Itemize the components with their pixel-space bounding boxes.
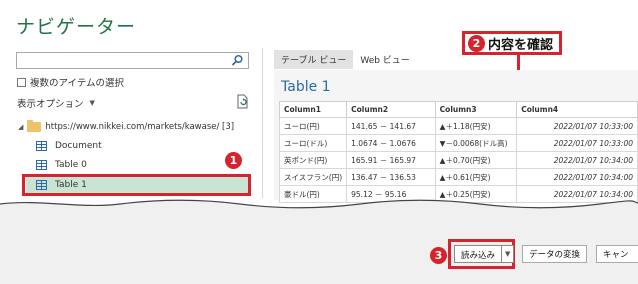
table-row: 英ポンド(円) 165.91 － 165.97 ▲＋0.70(円安) 2022/…: [278, 151, 638, 169]
column-header: Column1: [278, 101, 348, 118]
tree-root-url[interactable]: ◢ https://www.nikkei.com/markets/kawase/…: [18, 120, 235, 132]
table-cell: ▲＋1.18(円安): [434, 117, 518, 135]
chevron-down-icon[interactable]: ▼: [501, 246, 513, 262]
load-button-label[interactable]: 読み込み: [455, 246, 501, 262]
table-cell: ユーロ(ドル): [278, 134, 348, 152]
callout-text: 内容を確認: [488, 37, 554, 53]
tree-item-table-0[interactable]: Table 0: [36, 157, 87, 173]
table-cell: 英ポンド(円): [278, 151, 348, 169]
multi-select-checkbox[interactable]: [17, 77, 26, 87]
highlight-box-table-1: [22, 174, 251, 196]
tree-root-label: https://www.nikkei.com/markets/kawase/ […: [45, 122, 235, 132]
display-options-label: 表示オプション: [17, 99, 84, 110]
collapse-triangle-icon[interactable]: ◢: [18, 123, 23, 131]
table-cell: 141.65 － 141.67: [346, 117, 436, 135]
table-cell: スイスフラン(円): [278, 168, 348, 186]
tab-table-view[interactable]: テーブル ビュー: [274, 50, 354, 69]
display-options-dropdown[interactable]: 表示オプション ▼: [17, 96, 95, 110]
step-badge-1: 1: [225, 152, 242, 169]
search-input[interactable]: [17, 58, 227, 74]
folder-icon: [27, 120, 42, 132]
table-cell: 2022/01/07 10:33:00: [516, 134, 638, 152]
view-tabs: テーブル ビュー Web ビュー: [274, 50, 417, 69]
multi-select-option[interactable]: 複数のアイテムの選択: [17, 75, 124, 89]
load-button[interactable]: 読み込み ▼: [454, 245, 515, 263]
multi-select-label: 複数のアイテムの選択: [30, 78, 125, 89]
table-icon: [36, 141, 47, 151]
search-icon[interactable]: [231, 54, 244, 67]
table-cell: ▲＋0.61(円安): [434, 168, 518, 186]
tree-item-document[interactable]: Document: [36, 138, 102, 154]
step-badge-2: 2: [468, 34, 485, 52]
table-cell: 165.91 － 165.97: [346, 151, 436, 169]
table-row: ユーロ(ドル) 1.0674 － 1.0676 ▼－0.0068(ドル高) 20…: [278, 134, 638, 152]
preview-title: Table 1: [281, 79, 331, 95]
table-cell: 2022/01/07 10:34:00: [516, 168, 638, 186]
table-cell: ▼－0.0068(ドル高): [434, 134, 518, 152]
table-cell: 136.47 － 136.53: [346, 168, 436, 186]
torn-edge-divider: [0, 199, 638, 214]
table-icon: [36, 160, 47, 170]
cancel-button[interactable]: キャン: [596, 245, 638, 263]
tree-item-label: Table 0: [55, 160, 87, 170]
refresh-document-icon[interactable]: [236, 94, 249, 109]
table-cell: 1.0674 － 1.0676: [346, 134, 436, 152]
panel-divider: [262, 48, 263, 198]
preview-table: Column1 Column2 Column3 Column4 ユーロ(円) 1…: [278, 101, 638, 203]
table-header-row: Column1 Column2 Column3 Column4: [278, 101, 638, 118]
column-header: Column2: [346, 101, 436, 118]
table-row: ユーロ(円) 141.65 － 141.67 ▲＋1.18(円安) 2022/0…: [278, 117, 638, 135]
table-cell: ユーロ(円): [278, 117, 348, 135]
navigator-title: ナビゲーター: [16, 16, 137, 38]
transform-data-button[interactable]: データの変換: [522, 245, 588, 263]
chevron-down-icon: ▼: [89, 99, 95, 107]
step-badge-3: 3: [430, 247, 447, 264]
navigator-window: ナビゲーター 複数のアイテムの選択 表示オプション ▼ ◢ https://ww…: [0, 0, 638, 284]
table-cell: 2022/01/07 10:33:00: [516, 117, 638, 135]
column-header: Column4: [516, 101, 638, 118]
callout-check-content: 2 内容を確認: [462, 31, 563, 55]
table-cell: ▲＋0.70(円安): [434, 151, 518, 169]
tree-item-label: Document: [55, 141, 102, 151]
tab-web-view[interactable]: Web ビュー: [353, 50, 416, 69]
search-box[interactable]: [16, 52, 249, 74]
column-header: Column3: [434, 101, 518, 118]
table-cell: 2022/01/07 10:34:00: [516, 151, 638, 169]
table-row: スイスフラン(円) 136.47 － 136.53 ▲＋0.61(円安) 202…: [278, 168, 638, 186]
